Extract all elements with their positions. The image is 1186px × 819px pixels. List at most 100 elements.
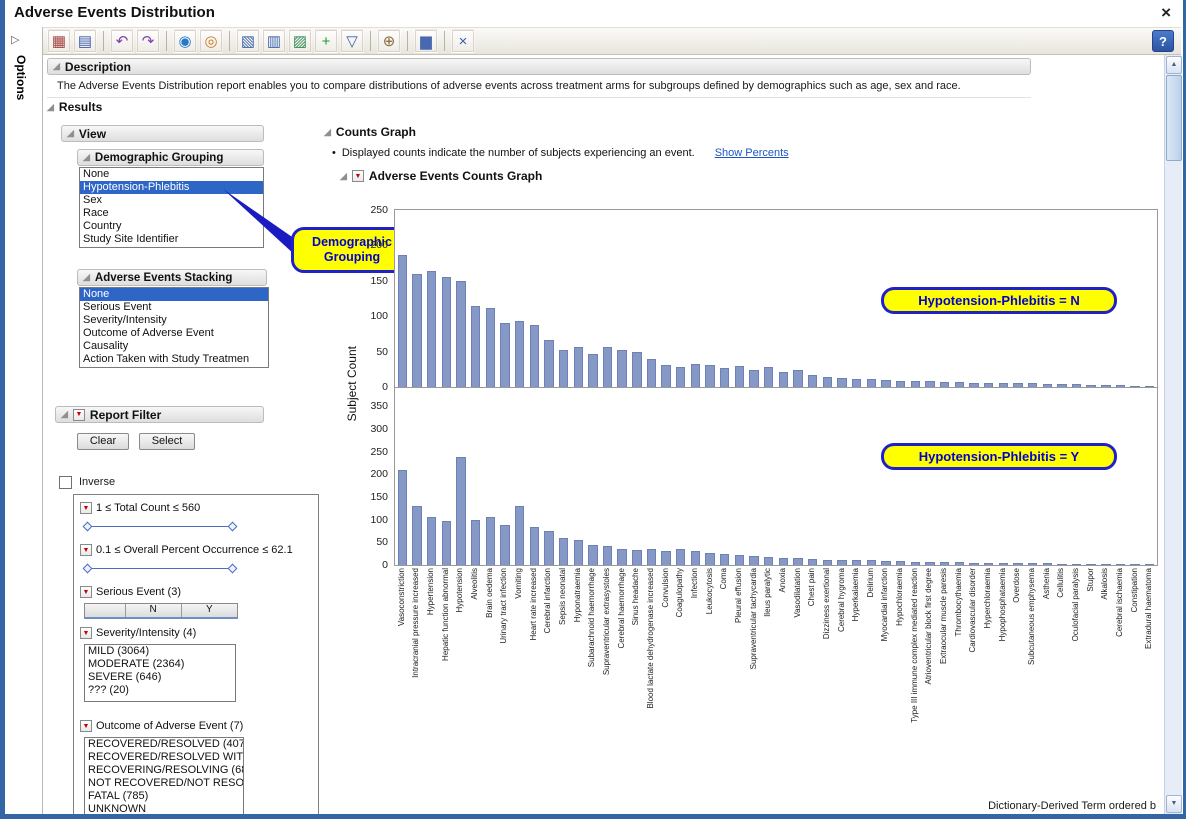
list-item[interactable]: Action Taken with Study Treatmen	[80, 353, 268, 366]
bar[interactable]	[911, 381, 920, 387]
bar[interactable]	[764, 557, 773, 565]
bar[interactable]	[735, 366, 744, 387]
journal-icon[interactable]: ▤	[73, 29, 97, 53]
scrollbar-thumb[interactable]	[1166, 75, 1182, 161]
disclosure-icon[interactable]: ◢	[61, 410, 68, 419]
bar[interactable]	[955, 562, 964, 565]
adverse-events-stacking-list[interactable]: NoneSerious EventSeverity/IntensityOutco…	[79, 287, 269, 368]
expand-options-icon[interactable]: ▷	[11, 33, 19, 46]
list-item[interactable]: MILD (3064)	[85, 645, 235, 658]
bar[interactable]	[530, 527, 539, 565]
bar[interactable]	[764, 367, 773, 387]
bar[interactable]	[1057, 564, 1066, 565]
total-count-range-slider[interactable]	[84, 521, 236, 532]
red-triangle-icon[interactable]: ▼	[80, 586, 92, 598]
list-item[interactable]: MODERATE (2364)	[85, 658, 235, 671]
bar[interactable]	[984, 563, 993, 565]
segment-missing[interactable]	[85, 604, 126, 617]
red-triangle-icon[interactable]: ▼	[80, 720, 92, 732]
clear-button[interactable]: Clear	[77, 433, 129, 450]
bar[interactable]	[720, 554, 729, 565]
show-percents-link[interactable]: Show Percents	[715, 147, 789, 159]
bar[interactable]	[574, 540, 583, 565]
bar[interactable]	[837, 560, 846, 565]
bar[interactable]	[500, 323, 509, 387]
bar[interactable]	[632, 550, 641, 565]
callout-hypotension-phlebitis-n[interactable]: Hypotension-Phlebitis = N	[881, 287, 1117, 314]
disclosure-icon[interactable]: ◢	[53, 62, 60, 71]
bar[interactable]	[647, 359, 656, 387]
bar[interactable]	[793, 370, 802, 387]
close-report-icon[interactable]: ×	[451, 29, 475, 53]
bar[interactable]	[808, 559, 817, 565]
bar[interactable]	[940, 382, 949, 387]
bar[interactable]	[456, 281, 465, 387]
options-tab[interactable]: Options	[14, 55, 28, 100]
bar[interactable]	[398, 255, 407, 387]
bar[interactable]	[1043, 384, 1052, 387]
bar[interactable]	[471, 520, 480, 565]
bar[interactable]	[500, 525, 509, 565]
bar[interactable]	[515, 321, 524, 387]
bar[interactable]	[442, 521, 451, 565]
bar[interactable]	[720, 368, 729, 387]
bar[interactable]	[486, 517, 495, 565]
help-icon[interactable]: ?	[1152, 30, 1174, 52]
search-table-icon[interactable]: ▧	[236, 29, 260, 53]
bar[interactable]	[661, 365, 670, 387]
disclosure-icon[interactable]: ◢	[83, 273, 90, 282]
red-triangle-icon[interactable]: ▼	[80, 627, 92, 639]
slider-min-handle[interactable]	[83, 522, 93, 532]
bar[interactable]	[588, 545, 597, 565]
x-axis-title[interactable]: Dictionary-Derived Term ordered b	[394, 800, 1156, 812]
list-item[interactable]: NOT RECOVERED/NOT RESOL	[85, 777, 243, 790]
preview-icon[interactable]: ◎	[199, 29, 223, 53]
close-icon[interactable]: ×	[1161, 3, 1171, 23]
segment-Y[interactable]: Y	[182, 604, 237, 617]
bar[interactable]	[1043, 563, 1052, 565]
bar[interactable]	[1072, 564, 1081, 565]
disclosure-icon[interactable]: ◢	[83, 153, 90, 162]
list-item[interactable]: RECOVERED/RESOLVED (4074	[85, 738, 243, 751]
description-header[interactable]: ◢ Description	[47, 58, 1031, 75]
red-triangle-icon[interactable]: ▼	[80, 502, 92, 514]
results-header[interactable]: ◢ Results	[47, 100, 102, 114]
bar[interactable]	[867, 379, 876, 387]
red-triangle-icon[interactable]: ▼	[352, 170, 364, 182]
bar[interactable]	[676, 367, 685, 387]
scroll-up-icon[interactable]: ▲	[1166, 56, 1182, 74]
bar[interactable]	[603, 347, 612, 387]
bar[interactable]	[588, 354, 597, 387]
bar[interactable]	[808, 375, 817, 387]
edit-table-icon[interactable]: ▨	[288, 29, 312, 53]
bar[interactable]	[1086, 564, 1095, 565]
slider-track[interactable]	[87, 526, 233, 527]
bar[interactable]	[896, 561, 905, 565]
bar[interactable]	[955, 382, 964, 387]
bar[interactable]	[515, 506, 524, 565]
bar[interactable]	[1013, 563, 1022, 565]
bar[interactable]	[925, 381, 934, 387]
adverse-events-counts-graph-header[interactable]: ◢ ▼ Adverse Events Counts Graph	[340, 169, 542, 183]
bar[interactable]	[632, 352, 641, 387]
bar[interactable]	[1130, 564, 1139, 565]
list-item[interactable]: Severity/Intensity	[80, 314, 268, 327]
bar[interactable]	[1116, 564, 1125, 565]
bar[interactable]	[427, 271, 436, 387]
bar[interactable]	[427, 517, 436, 565]
bar[interactable]	[984, 383, 993, 387]
bar[interactable]	[823, 560, 832, 565]
bar[interactable]	[940, 562, 949, 565]
slider-min-handle[interactable]	[83, 564, 93, 574]
serious-event-segments[interactable]: NY	[84, 603, 238, 619]
bar[interactable]	[1013, 383, 1022, 387]
bar[interactable]	[1116, 385, 1125, 387]
bar[interactable]	[1130, 386, 1139, 387]
add-table-icon[interactable]: +	[314, 29, 338, 53]
bar[interactable]	[749, 370, 758, 387]
bar[interactable]	[969, 563, 978, 565]
bar[interactable]	[896, 381, 905, 387]
chart-icon[interactable]: ▆	[414, 29, 438, 53]
inverse-checkbox[interactable]	[59, 476, 72, 489]
undo-icon[interactable]: ↶	[110, 29, 134, 53]
